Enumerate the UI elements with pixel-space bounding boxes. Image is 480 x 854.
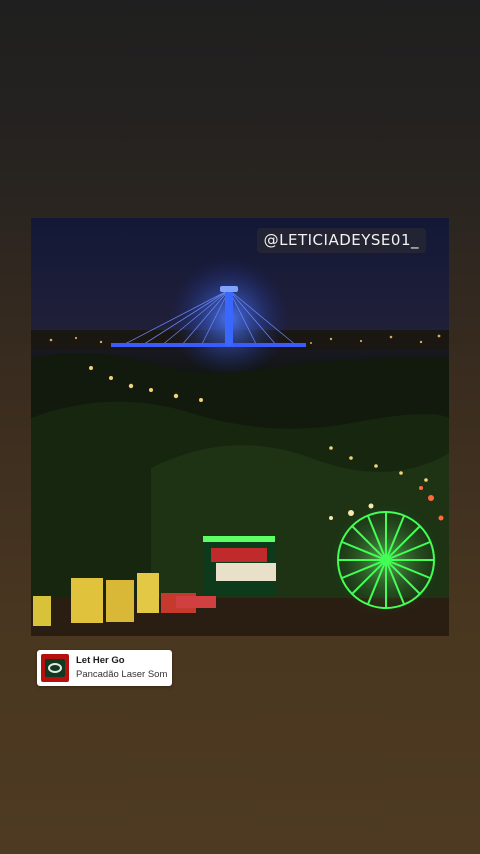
track-info: Let Her Go Pancadão Laser Som — [76, 655, 167, 681]
track-artist: Pancadão Laser Som — [76, 669, 168, 680]
username-caption: @LETICIADEYSE01_ — [256, 228, 426, 253]
story-photo: @LETICIADEYSE01_ — [31, 218, 449, 636]
night-park-scene-image — [31, 218, 449, 636]
track-title: Let Her Go — [76, 655, 125, 666]
album-cover-icon — [41, 654, 69, 682]
music-sticker[interactable]: Let Her Go Pancadão Laser Som — [37, 650, 172, 686]
